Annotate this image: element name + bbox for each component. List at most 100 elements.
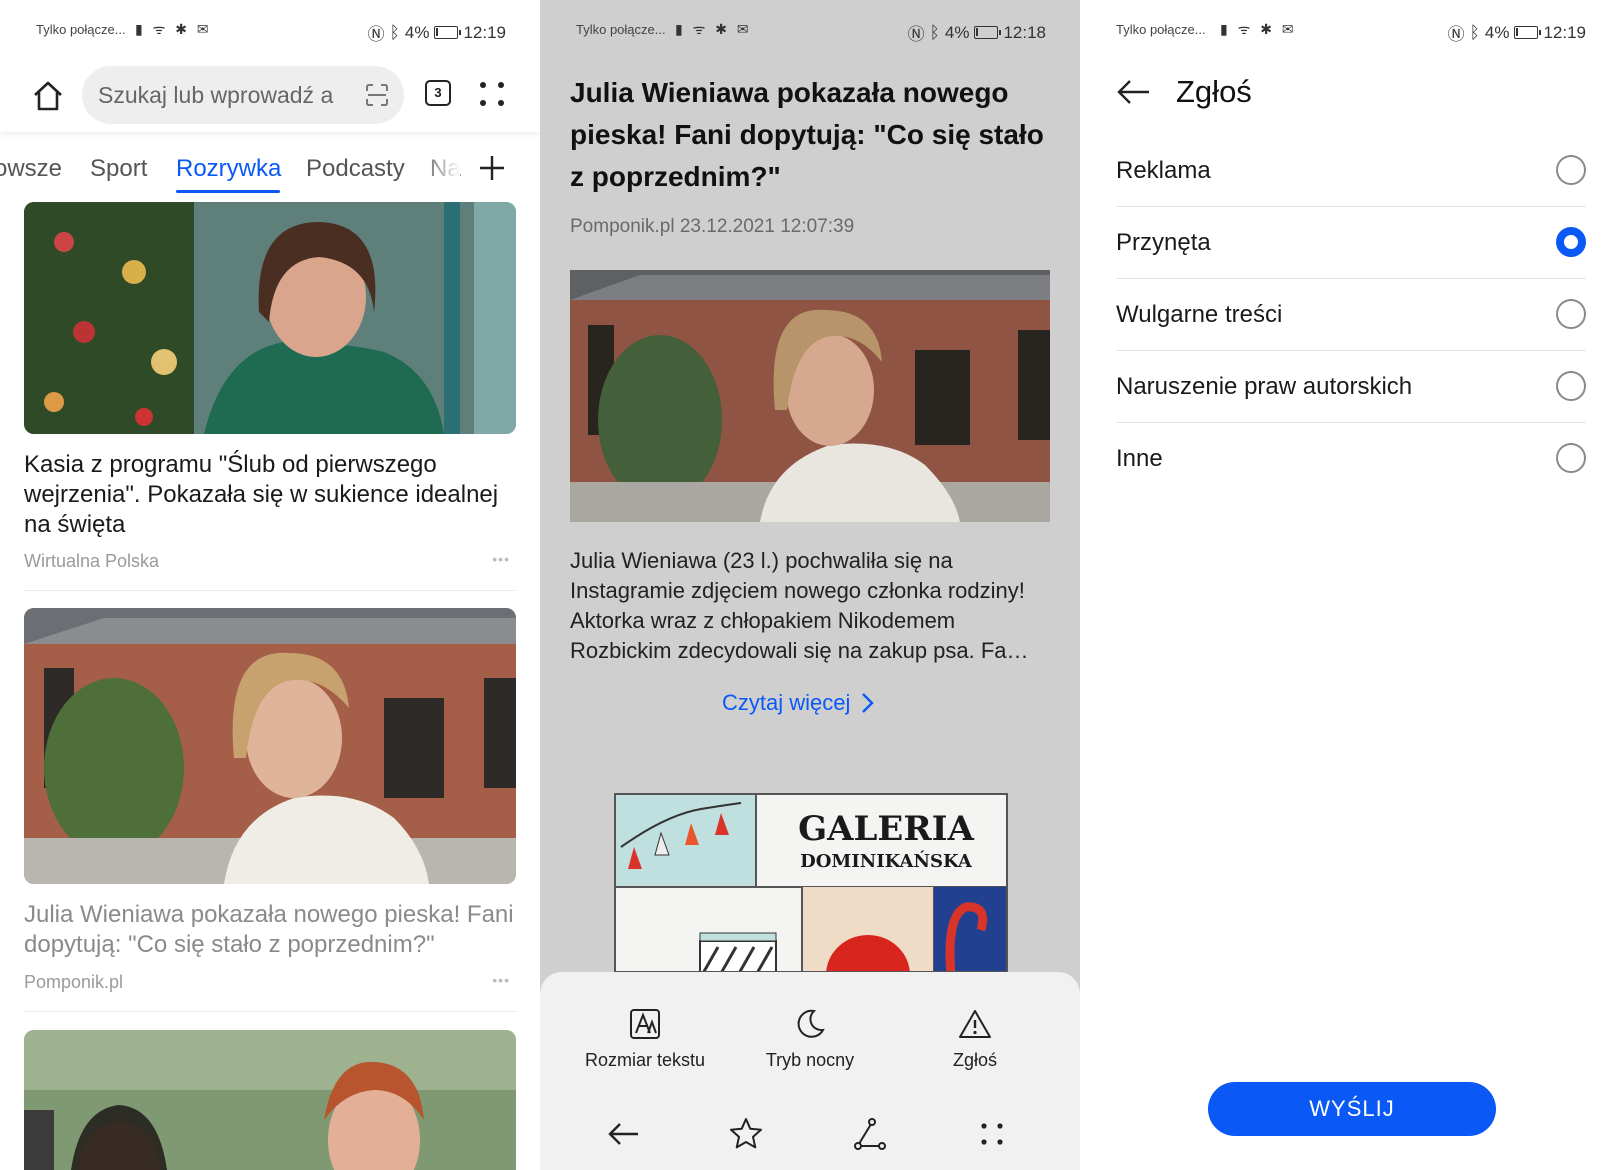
article-image[interactable] (24, 1030, 516, 1170)
more-options-icon[interactable]: ••• (492, 551, 510, 567)
tab-sport[interactable]: Sport (90, 155, 147, 183)
page-title: Zgłoś (1176, 74, 1252, 109)
back-arrow-icon[interactable] (1116, 74, 1152, 110)
search-box[interactable] (82, 66, 404, 124)
option-label: Reklama (1116, 157, 1211, 184)
report-option-przyneta[interactable]: Przynęta (1116, 207, 1586, 279)
article-title[interactable]: Kasia z programu "Ślub od pierwszego wej… (24, 450, 516, 540)
menu-dots-icon[interactable] (974, 1116, 1010, 1152)
report-option-wulgarne[interactable]: Wulgarne treści (1116, 279, 1586, 351)
option-label: Inne (1116, 445, 1163, 472)
clock: 12:19 (1543, 22, 1586, 42)
article-photo (570, 270, 1050, 522)
share-icon[interactable] (852, 1116, 888, 1152)
bottom-navigation (540, 1116, 1080, 1156)
report-button[interactable]: Zgłoś (890, 1008, 1060, 1071)
tab-rozrywka[interactable]: Rozrywka (176, 155, 281, 183)
category-tabs: owsze Sport Rozrywka Podcasty Na (0, 140, 540, 198)
article-meta: Pomponik.pl 23.12.2021 12:07:39 (570, 216, 854, 238)
battery-icon (974, 26, 1002, 39)
option-label: Przynęta (1116, 229, 1211, 256)
menu-dots-icon[interactable] (478, 80, 506, 108)
status-right: Ⓝ ᛒ 4% 12:19 (1448, 20, 1586, 45)
article-image[interactable] (24, 608, 516, 884)
article-title[interactable]: Julia Wieniawa pokazała nowego pieska! F… (24, 900, 516, 960)
radio-button[interactable] (1556, 443, 1586, 473)
status-right: Ⓝ ᛒ 4% 12:19 (368, 20, 506, 45)
ad-brand: GALERIA (798, 809, 974, 849)
article-source: Wirtualna Polska (24, 551, 160, 571)
status-icons: ▮ ᯤ ✱ ✉ (1220, 21, 1297, 37)
carrier-label: Tylko połącze... (36, 22, 126, 37)
option-label: Naruszenie praw autorskich (1116, 373, 1413, 400)
clock: 12:18 (1003, 22, 1046, 42)
tab-najnowsze[interactable]: owsze (0, 155, 62, 183)
night-mode-label: Tryb nocny (765, 1050, 855, 1070)
article-headline: Julia Wieniawa pokazała nowego pieska! F… (570, 77, 1044, 192)
nfc-icon: Ⓝ (367, 25, 385, 44)
text-size-button[interactable]: Rozmiar tekstu (560, 1008, 730, 1071)
add-category-icon[interactable] (478, 154, 506, 182)
back-arrow-icon[interactable] (606, 1116, 642, 1152)
warning-icon (959, 1010, 991, 1038)
divider (24, 1011, 516, 1012)
more-options-icon[interactable]: ••• (492, 972, 510, 988)
radio-button[interactable] (1556, 299, 1586, 329)
report-option-reklama[interactable]: Reklama (1116, 135, 1586, 207)
carrier-label: Tylko połącze... (576, 22, 666, 37)
radio-button[interactable] (1556, 155, 1586, 185)
home-icon[interactable] (30, 78, 66, 114)
radio-button[interactable] (1556, 371, 1586, 401)
tabs-fade (420, 140, 460, 198)
battery-icon (1514, 26, 1542, 39)
text-size-icon (630, 1009, 660, 1039)
status-bar: Tylko połącze... ▮ ᯤ ✱ ✉ Ⓝ ᛒ 4% 12:19 (1080, 0, 1620, 60)
radio-button-selected[interactable] (1556, 227, 1586, 257)
scan-icon[interactable] (364, 82, 390, 108)
tabs-button[interactable]: 3 (425, 80, 451, 106)
article-image[interactable] (24, 202, 516, 434)
search-input[interactable] (98, 78, 358, 112)
send-button[interactable]: WYŚLIJ (1208, 1082, 1496, 1136)
read-more-link[interactable]: Czytaj więcej (722, 690, 875, 716)
bluetooth-icon: ᛒ (929, 22, 940, 42)
battery-percent: 4% (404, 22, 430, 42)
advertisement[interactable]: GALERIA DOMINIKAŃSKA (614, 793, 1008, 973)
divider (24, 590, 516, 591)
moon-icon (797, 1009, 825, 1038)
status-icons: ▮ ᯤ ✱ ✉ (135, 21, 212, 37)
article-source: Pomponik.pl (24, 972, 124, 992)
report-option-inne[interactable]: Inne (1116, 423, 1586, 495)
article-source: Pomponik.pl (570, 216, 675, 237)
active-tab-indicator (176, 190, 280, 193)
report-label: Zgłoś (952, 1050, 997, 1070)
night-mode-button[interactable]: Tryb nocny (725, 1008, 895, 1071)
battery-icon (434, 26, 462, 39)
status-icons: ▮ ᯤ ✱ ✉ (675, 21, 752, 37)
clock: 12:19 (463, 22, 506, 42)
status-right: Ⓝ ᛒ 4% 12:18 (908, 20, 1046, 45)
browser-toolbar: 3 (0, 60, 540, 132)
article-options-sheet: Rozmiar tekstu Tryb nocny Zgłoś (540, 972, 1080, 1170)
option-label: Wulgarne treści (1116, 301, 1283, 328)
battery-percent: 4% (1484, 22, 1510, 42)
report-screen: Tylko połącze... ▮ ᯤ ✱ ✉ Ⓝ ᛒ 4% 12:19 Zg… (1080, 0, 1620, 1170)
article-date: 23.12.2021 (679, 216, 775, 237)
status-bar: Tylko połącze... ▮ ᯤ ✱ ✉ Ⓝ ᛒ 4% 12:19 (0, 0, 540, 60)
star-icon[interactable] (728, 1116, 764, 1152)
article-excerpt: Julia Wieniawa (23 l.) pochwaliła się na… (570, 548, 1029, 663)
read-more-label: Czytaj więcej (722, 690, 851, 715)
nfc-icon: Ⓝ (1447, 25, 1465, 44)
feed-screen: Tylko połącze... ▮ ᯤ ✱ ✉ Ⓝ ᛒ 4% 12:19 3 … (0, 0, 540, 1170)
text-size-label: Rozmiar tekstu (584, 1050, 706, 1070)
chevron-right-icon (862, 693, 875, 713)
tab-podcasty[interactable]: Podcasty (306, 155, 405, 183)
nfc-icon: Ⓝ (907, 25, 925, 44)
carrier-label: Tylko połącze... (1116, 22, 1206, 37)
ad-subbrand: DOMINIKAŃSKA (800, 851, 972, 872)
battery-percent: 4% (944, 22, 970, 42)
report-option-prawa-autorskie[interactable]: Naruszenie praw autorskich (1116, 351, 1586, 423)
article-screen: Tylko połącze... ▮ ᯤ ✱ ✉ Ⓝ ᛒ 4% 12:18 Ju… (540, 0, 1080, 1170)
status-bar: Tylko połącze... ▮ ᯤ ✱ ✉ Ⓝ ᛒ 4% 12:18 (540, 0, 1080, 60)
bluetooth-icon: ᛒ (1469, 22, 1480, 42)
